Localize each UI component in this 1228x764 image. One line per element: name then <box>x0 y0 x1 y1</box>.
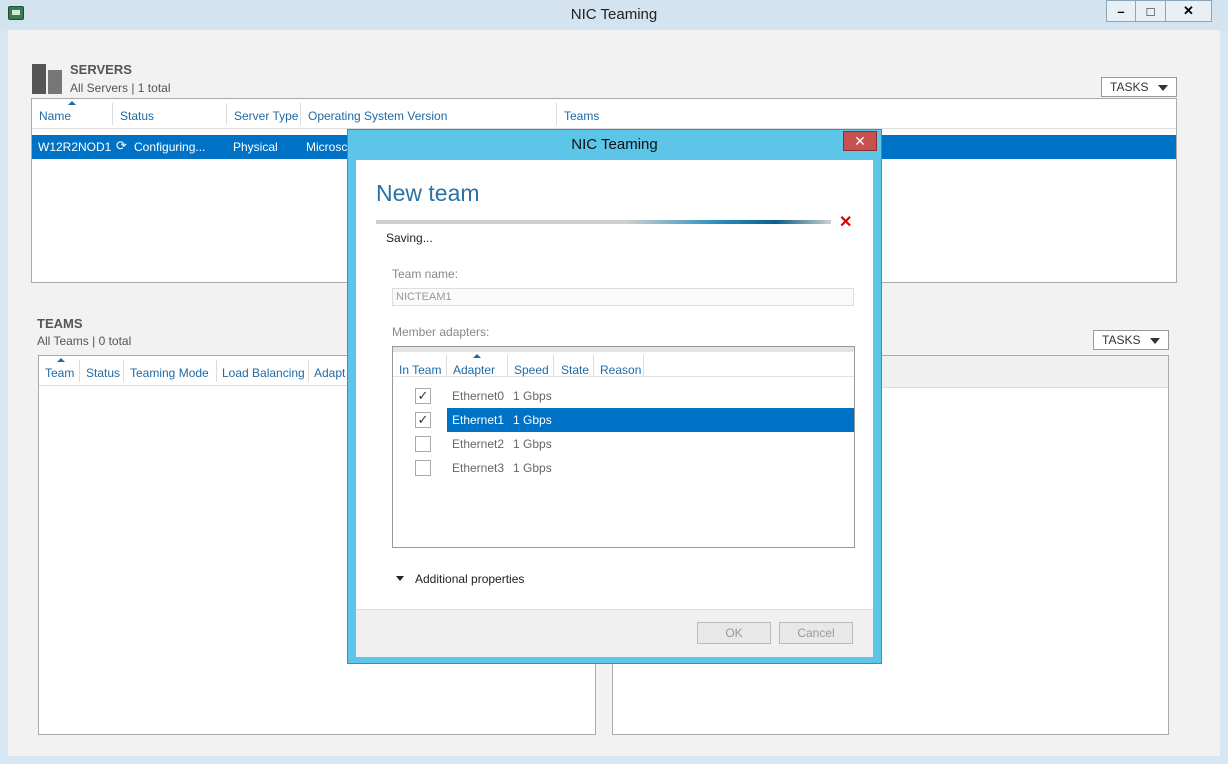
in-team-checkbox[interactable] <box>415 436 431 452</box>
team-name-label: Team name: <box>392 267 459 281</box>
list-item[interactable]: Ethernet2 1 Gbps <box>393 432 854 456</box>
adapter-name: Ethernet0 <box>452 389 505 403</box>
dialog-close-button[interactable]: ✕ <box>843 131 877 151</box>
adapters-list-header: In Team Adapter Speed State Reason <box>393 347 854 377</box>
column-header-team[interactable]: Team <box>45 366 74 380</box>
column-header-server-type[interactable]: Server Type <box>234 109 298 123</box>
column-header-name[interactable]: Name <box>39 109 71 123</box>
adapter-name: Ethernet2 <box>452 437 505 451</box>
column-header-adapter[interactable]: Adapter <box>453 363 495 377</box>
column-header-adapters[interactable]: Adapt <box>314 366 345 380</box>
member-adapters-label: Member adapters: <box>392 325 490 339</box>
list-item[interactable]: Ethernet3 1 Gbps <box>393 456 854 480</box>
adapter-name: Ethernet1 <box>452 413 505 427</box>
minimize-button[interactable]: – <box>1106 0 1136 22</box>
dialog-heading: New team <box>376 180 480 206</box>
refresh-icon: ⟳ <box>116 138 127 153</box>
column-header-teaming-mode[interactable]: Teaming Mode <box>130 366 209 380</box>
column-header-state[interactable]: State <box>561 363 589 377</box>
team-name-field[interactable]: NICTEAM1 <box>392 288 854 306</box>
servers-tasks-button[interactable]: TASKS <box>1101 77 1177 97</box>
cancel-button[interactable]: Cancel <box>779 622 853 644</box>
window-controls: – □ ✕ <box>1106 0 1212 22</box>
window-title: NIC Teaming <box>570 6 658 23</box>
dialog-footer: OK Cancel <box>356 609 873 657</box>
teams-subtitle: All Teams | 0 total <box>37 334 132 348</box>
in-team-checkbox[interactable]: ✓ <box>415 412 431 428</box>
column-header-status[interactable]: Status <box>120 109 154 123</box>
column-header-os-version[interactable]: Operating System Version <box>308 109 447 123</box>
teams-title: TEAMS <box>37 316 83 331</box>
column-header-speed[interactable]: Speed <box>514 363 549 377</box>
maximize-button[interactable]: □ <box>1136 0 1166 22</box>
adapter-speed: 1 Gbps <box>513 389 552 403</box>
adapter-speed: 1 Gbps <box>513 437 552 451</box>
teams-tasks-button[interactable]: TASKS <box>1093 330 1169 350</box>
column-header-load-balancing[interactable]: Load Balancing <box>222 366 305 380</box>
adapter-speed: 1 Gbps <box>513 413 552 427</box>
column-header-teams[interactable]: Teams <box>564 109 599 123</box>
in-team-checkbox[interactable] <box>415 460 431 476</box>
adapter-name: Ethernet3 <box>452 461 505 475</box>
saving-progress-bar <box>376 220 831 224</box>
adapter-speed: 1 Gbps <box>513 461 552 475</box>
servers-title: SERVERS <box>70 62 132 77</box>
list-item[interactable]: ✓ Ethernet1 1 Gbps <box>393 408 854 432</box>
sort-ascending-icon <box>68 101 76 105</box>
server-type: Physical <box>233 140 278 154</box>
additional-properties-label: Additional properties <box>415 572 525 586</box>
column-header-in-team[interactable]: In Team <box>399 363 441 377</box>
dialog-body: New team ✕ Saving... Team name: NICTEAM1… <box>356 160 873 657</box>
teams-tasks-label: TASKS <box>1102 333 1141 347</box>
chevron-down-icon <box>1150 338 1160 344</box>
progress-fill <box>376 220 831 224</box>
server-status: Configuring... <box>134 140 206 154</box>
dialog-title: NIC Teaming <box>571 136 658 153</box>
sort-ascending-icon <box>473 354 481 358</box>
server-os: Microsc <box>306 140 348 154</box>
list-item[interactable]: ✓ Ethernet0 1 Gbps <box>393 384 854 408</box>
column-header-team-status[interactable]: Status <box>86 366 120 380</box>
servers-tasks-label: TASKS <box>1110 80 1149 94</box>
server-name: W12R2NOD1 <box>38 140 112 154</box>
progress-status: Saving... <box>386 231 433 245</box>
servers-subtitle: All Servers | 1 total <box>70 81 171 95</box>
sort-ascending-icon <box>57 358 65 362</box>
in-team-checkbox[interactable]: ✓ <box>415 388 431 404</box>
chevron-down-icon <box>1158 85 1168 91</box>
member-adapters-list[interactable]: In Team Adapter Speed State Reason ✓ Eth… <box>392 346 855 548</box>
column-header-reason[interactable]: Reason <box>600 363 641 377</box>
new-team-dialog: NIC Teaming ✕ New team ✕ Saving... Team … <box>347 129 882 664</box>
servers-icon <box>32 64 62 94</box>
cancel-operation-icon[interactable]: ✕ <box>839 212 852 232</box>
title-bar: NIC Teaming – □ ✕ <box>0 0 1228 30</box>
close-window-button[interactable]: ✕ <box>1166 0 1212 22</box>
chevron-down-icon <box>396 576 404 581</box>
ok-button[interactable]: OK <box>697 622 771 644</box>
servers-grid-header: Name Status Server Type Operating System… <box>32 99 1176 129</box>
